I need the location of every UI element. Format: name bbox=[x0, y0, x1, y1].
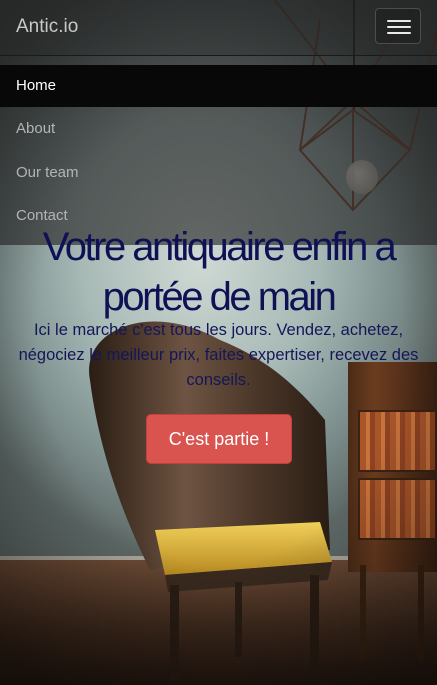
cta-button[interactable]: C'est partie ! bbox=[146, 414, 292, 464]
navbar-toggle-button[interactable] bbox=[375, 8, 421, 44]
nav-item-home[interactable]: Home bbox=[0, 65, 437, 107]
brand-logo[interactable]: Antic.io bbox=[16, 16, 78, 38]
nav-item-about[interactable]: About bbox=[0, 108, 437, 150]
hero-headline: Votre antiquaire enfin a portée de main bbox=[42, 225, 397, 319]
navbar: Antic.io bbox=[0, 0, 437, 56]
hero-subtext: Ici le marché c'est tous les jours. Vend… bbox=[18, 321, 419, 389]
nav-menu: Home About Our team Contact bbox=[0, 56, 437, 245]
nav-item-our-team[interactable]: Our team bbox=[0, 152, 437, 194]
